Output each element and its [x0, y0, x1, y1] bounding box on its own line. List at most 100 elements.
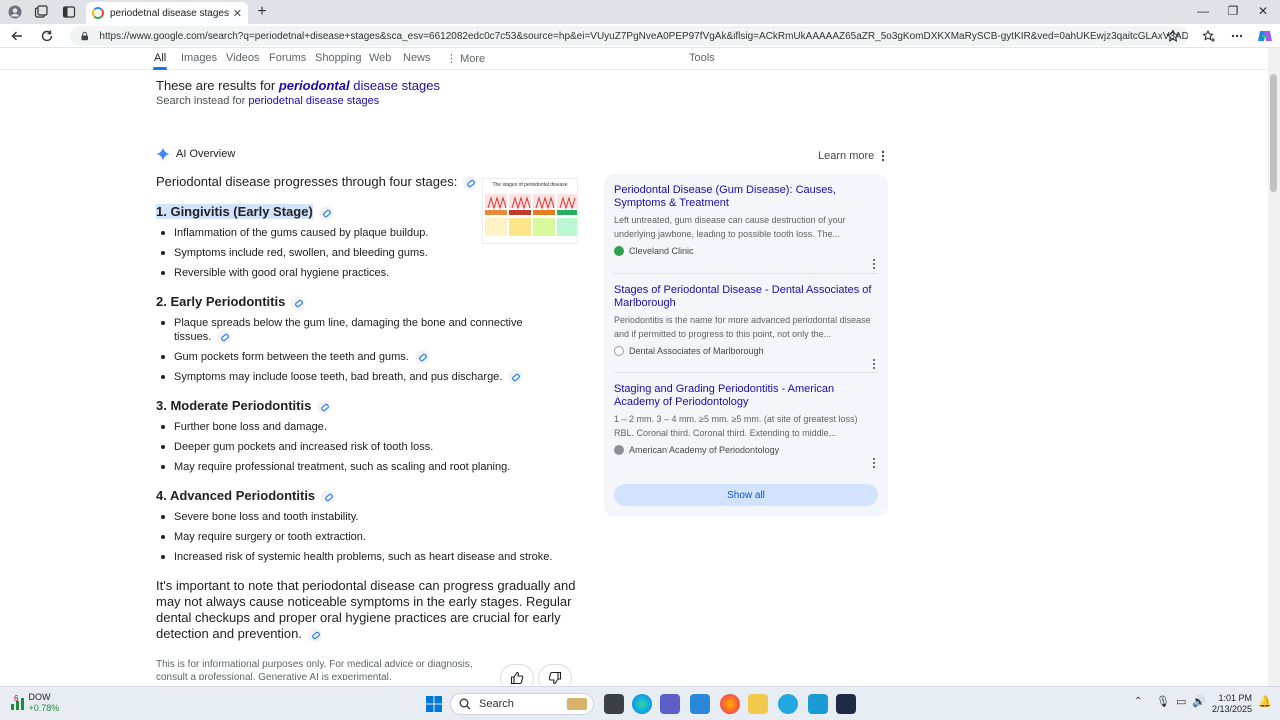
citation-link-icon[interactable]	[217, 330, 232, 345]
notification-bell-icon[interactable]: 🔔	[1258, 695, 1272, 708]
close-tab-icon[interactable]: ✕	[233, 7, 242, 20]
scrollbar-thumb[interactable]	[1270, 74, 1277, 192]
file-explorer-icon[interactable]	[748, 694, 768, 714]
microphone-icon[interactable]: 🎙	[1156, 695, 1170, 708]
source-title[interactable]: Periodontal Disease (Gum Disease): Cause…	[614, 184, 878, 210]
tab-web[interactable]: Web	[369, 52, 391, 64]
stage-3-bullet-2: Deeper gum pockets and increased risk of…	[156, 440, 586, 454]
source-snippet: 1 – 2 mm. 3 – 4 mm. ≥5 mm. ≥5 mm. (at si…	[614, 414, 858, 438]
copilot-icon[interactable]	[1256, 27, 1274, 45]
close-window-button[interactable]: ✕	[1248, 2, 1278, 20]
tab-images[interactable]: Images	[181, 52, 217, 64]
ai-disclaimer: This is for informational purposes only.…	[156, 659, 473, 681]
taskbar-search[interactable]: Search	[450, 693, 594, 715]
start-button[interactable]	[424, 694, 444, 714]
site-info-icon[interactable]	[80, 31, 89, 41]
ai-overview-menu-icon[interactable]	[878, 149, 888, 163]
settings-more-icon[interactable]	[1228, 27, 1246, 45]
stock-change: +0.78%	[28, 703, 60, 713]
stage-2-title: 2. Early Periodontitis	[156, 294, 286, 309]
tab-all[interactable]: All	[154, 52, 166, 64]
minimize-button[interactable]: —	[1188, 2, 1218, 20]
source-card-1[interactable]: Periodontal Disease (Gum Disease): Cause…	[614, 184, 878, 269]
stage-1-bullet-3: Reversible with good oral hygiene practi…	[156, 266, 586, 280]
notification-badge: 6	[14, 693, 19, 703]
tab-more[interactable]: ⋮ More	[446, 52, 485, 65]
citation-link-icon[interactable]	[291, 295, 306, 310]
source-title[interactable]: Staging and Grading Periodontitis - Amer…	[614, 383, 878, 409]
chevron-up-icon[interactable]: ⌃	[1134, 696, 1142, 707]
active-tab[interactable]: periodetnal disease stages - Goo ✕	[86, 2, 248, 24]
ai-overview-label: AI Overview	[176, 148, 236, 160]
corrected-query-link[interactable]: periodontal disease stages	[279, 78, 440, 93]
terminal-app-icon[interactable]	[836, 694, 856, 714]
spelling-correction: These are results for periodontal diseas…	[156, 78, 440, 107]
source-card-3[interactable]: Staging and Grading Periodontitis - Amer…	[614, 383, 878, 468]
firefox-icon[interactable]	[720, 694, 740, 714]
app-icon[interactable]	[808, 694, 828, 714]
stage-3-bullet-1: Further bone loss and damage.	[156, 420, 586, 434]
thumbs-up-icon	[510, 671, 524, 685]
tab-forums[interactable]: Forums	[269, 52, 306, 64]
store-icon[interactable]	[690, 694, 710, 714]
divider	[614, 273, 878, 274]
edge-browser-icon[interactable]	[632, 694, 652, 714]
url-field[interactable]: https://www.google.com/search?q=periodet…	[70, 26, 1188, 46]
favorite-star-icon[interactable]	[1164, 27, 1182, 45]
teams-icon[interactable]	[660, 694, 680, 714]
source-menu-icon[interactable]	[872, 358, 876, 370]
stage-2-bullet-3: Symptoms may include loose teeth, bad br…	[156, 370, 536, 385]
stage-1-bullet-2: Symptoms include red, swollen, and bleed…	[156, 246, 586, 260]
citation-link-icon[interactable]	[508, 370, 523, 385]
task-view-icon[interactable]	[604, 694, 624, 714]
workspaces-icon[interactable]	[32, 3, 50, 21]
help-app-icon[interactable]	[778, 694, 798, 714]
source-card-2[interactable]: Stages of Periodontal Disease - Dental A…	[614, 284, 878, 369]
source-menu-icon[interactable]	[872, 258, 876, 270]
corrected-term: periodontal	[278, 78, 350, 93]
stock-widget[interactable]: 6 DOW +0.78%	[10, 692, 59, 714]
volume-icon[interactable]: 🔊	[1192, 695, 1206, 708]
system-clock[interactable]: 1:01 PM 2/13/2025	[1212, 693, 1252, 715]
source-menu-icon[interactable]	[872, 457, 876, 469]
source-site-name: Cleveland Clinic	[629, 246, 694, 256]
stage-4-bullet-3: Increased risk of systemic health proble…	[156, 550, 586, 564]
source-title[interactable]: Stages of Periodontal Disease - Dental A…	[614, 284, 878, 310]
stage-1-bullet-1: Inflammation of the gums caused by plaqu…	[156, 226, 586, 240]
profile-icon[interactable]	[6, 3, 24, 21]
citation-link-icon[interactable]	[317, 399, 332, 414]
restore-button[interactable]: ❐	[1218, 2, 1248, 20]
search-instead-link[interactable]: periodetnal disease stages	[248, 95, 379, 107]
stage-4-title: 4. Advanced Periodontitis	[156, 488, 316, 504]
page-scrollbar[interactable]	[1268, 48, 1280, 686]
tab-videos[interactable]: Videos	[226, 52, 259, 64]
learn-more-link[interactable]: Learn more	[818, 150, 874, 162]
citation-link-icon[interactable]	[414, 350, 429, 365]
vertical-tabs-icon[interactable]	[60, 3, 78, 21]
ai-overview-header: AI Overview	[156, 147, 235, 161]
clock-time: 1:01 PM	[1218, 693, 1253, 703]
citation-link-icon[interactable]	[463, 175, 478, 190]
browser-tab-bar: periodetnal disease stages - Goo ✕ + — ❐…	[0, 0, 1280, 24]
citation-link-icon[interactable]	[321, 489, 336, 504]
taskbar-search-label: Search	[479, 698, 514, 710]
divider	[614, 372, 878, 373]
show-all-button[interactable]: Show all	[614, 484, 878, 506]
favorites-icon[interactable]	[1200, 27, 1218, 45]
refresh-button[interactable]	[38, 27, 56, 45]
citation-link-icon[interactable]	[318, 205, 333, 220]
cleveland-clinic-logo-icon	[614, 246, 624, 256]
correction-prefix: These are results for	[156, 78, 279, 93]
network-icon[interactable]: ▭	[1176, 695, 1186, 708]
citation-link-icon[interactable]	[308, 627, 322, 642]
thumbs-down-icon	[548, 671, 562, 685]
stage-2-bullet-1: Plaque spreads below the gum line, damag…	[156, 316, 536, 345]
new-tab-button[interactable]: +	[252, 2, 272, 22]
back-button[interactable]	[8, 27, 26, 45]
source-site-name: American Academy of Periodontology	[629, 445, 780, 455]
source-site: Dental Associates of Marlborough	[614, 346, 878, 356]
tab-shopping[interactable]: Shopping	[315, 52, 362, 64]
source-site-name: Dental Associates of Marlborough	[629, 346, 764, 356]
tab-tools[interactable]: Tools	[689, 52, 715, 64]
tab-news[interactable]: News	[403, 52, 431, 64]
